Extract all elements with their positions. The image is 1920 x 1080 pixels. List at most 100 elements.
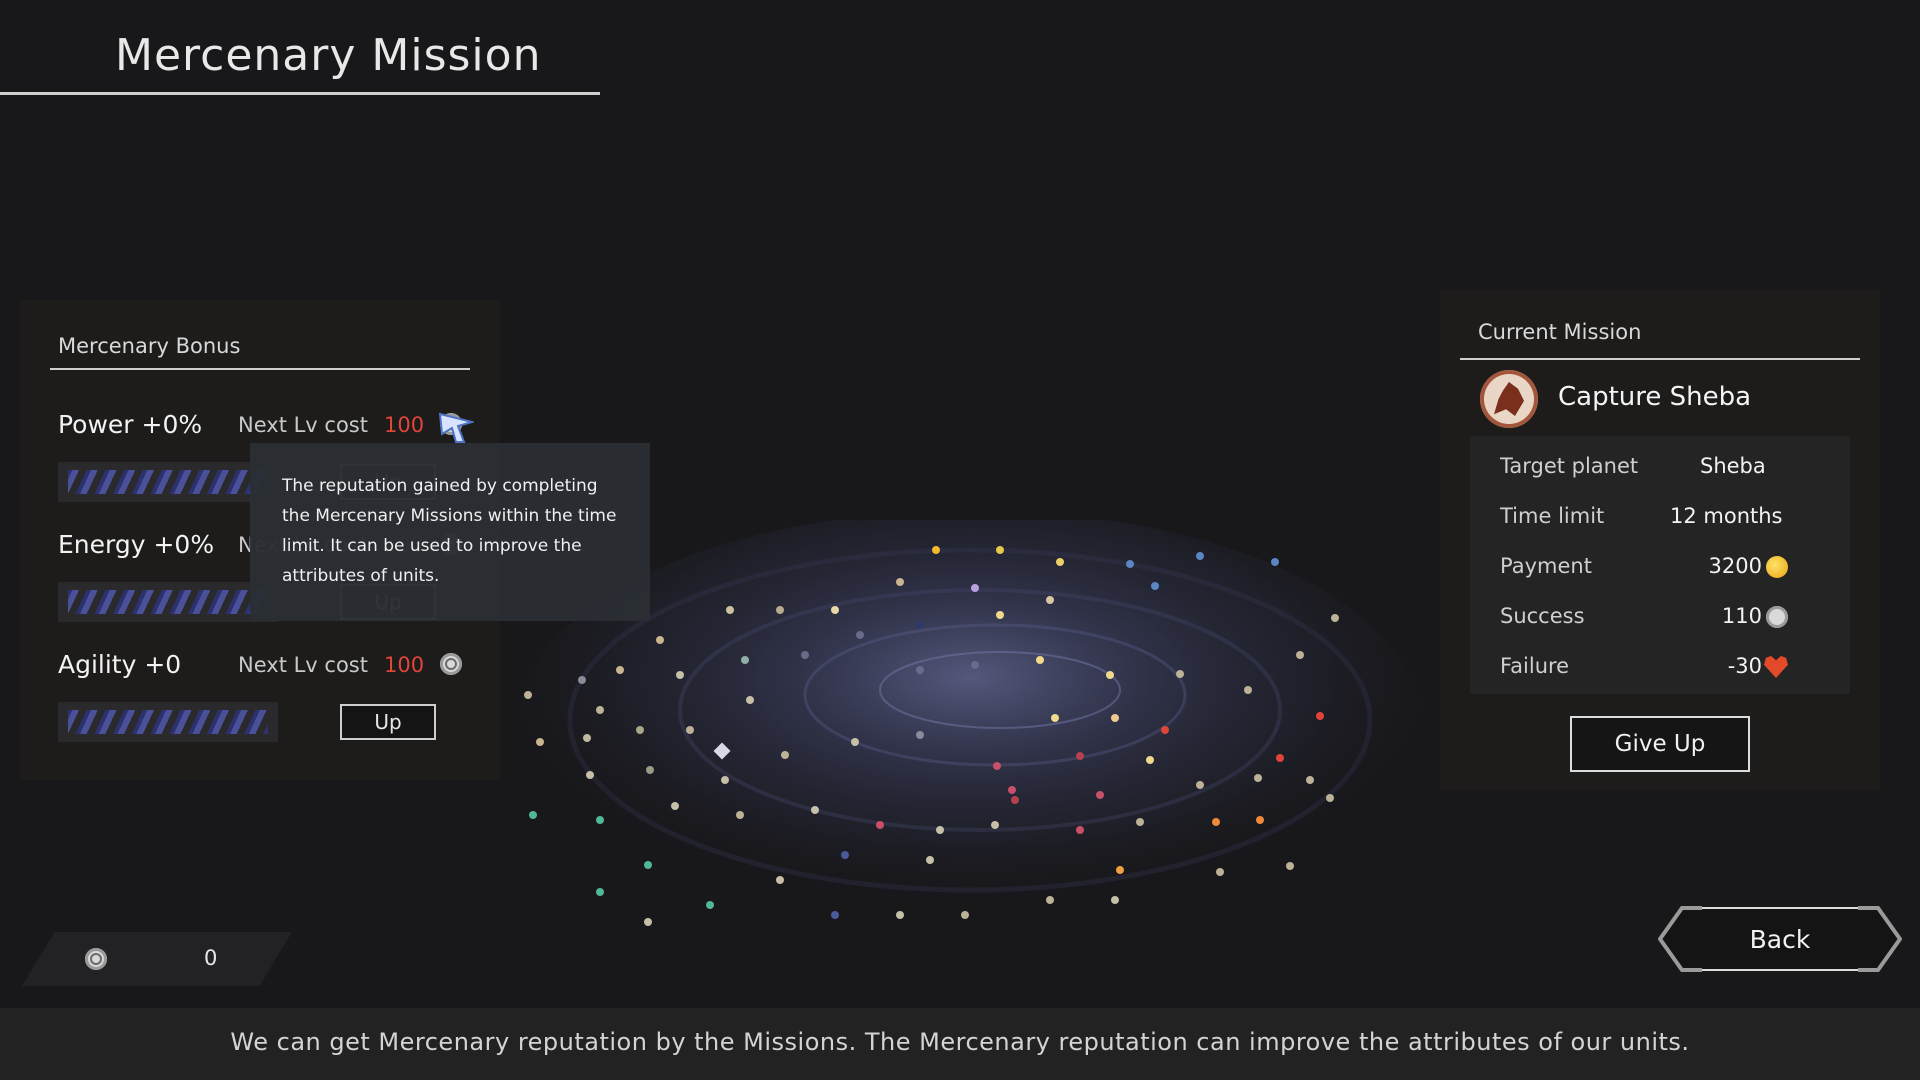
detail-row-failure: Failure -30 bbox=[1470, 654, 1850, 694]
star-system[interactable] bbox=[1111, 714, 1119, 722]
star-system[interactable] bbox=[586, 771, 594, 779]
star-system[interactable] bbox=[1111, 896, 1119, 904]
star-system[interactable] bbox=[926, 856, 934, 864]
star-system[interactable] bbox=[916, 731, 924, 739]
star-system[interactable] bbox=[831, 606, 839, 614]
faction-emblem-icon bbox=[1480, 370, 1538, 428]
star-system[interactable] bbox=[656, 636, 664, 644]
star-system[interactable] bbox=[524, 691, 532, 699]
star-system[interactable] bbox=[1196, 552, 1204, 560]
star-system[interactable] bbox=[811, 806, 819, 814]
back-button-label: Back bbox=[1749, 924, 1811, 954]
star-system[interactable] bbox=[1126, 560, 1134, 568]
give-up-button[interactable]: Give Up bbox=[1570, 716, 1750, 772]
star-system[interactable] bbox=[841, 851, 849, 859]
star-system[interactable] bbox=[636, 726, 644, 734]
star-system[interactable] bbox=[676, 671, 684, 679]
star-system[interactable] bbox=[596, 706, 604, 714]
star-system[interactable] bbox=[1331, 614, 1339, 622]
star-system[interactable] bbox=[936, 826, 944, 834]
reputation-icon bbox=[440, 653, 462, 675]
star-system[interactable] bbox=[1212, 818, 1220, 826]
star-system[interactable] bbox=[896, 911, 904, 919]
star-system[interactable] bbox=[741, 656, 749, 664]
star-system[interactable] bbox=[1254, 774, 1262, 782]
star-system[interactable] bbox=[583, 734, 591, 742]
star-system[interactable] bbox=[706, 901, 714, 909]
star-system[interactable] bbox=[896, 578, 904, 586]
star-system[interactable] bbox=[932, 546, 940, 554]
star-system[interactable] bbox=[1136, 818, 1144, 826]
star-system[interactable] bbox=[1176, 670, 1184, 678]
attribute-row-agility: Agility +0 Next Lv cost 100 Up bbox=[58, 650, 498, 760]
star-system[interactable] bbox=[961, 911, 969, 919]
star-system[interactable] bbox=[1161, 726, 1169, 734]
star-system[interactable] bbox=[1196, 781, 1204, 789]
star-system[interactable] bbox=[646, 766, 654, 774]
star-system[interactable] bbox=[831, 911, 839, 919]
star-system[interactable] bbox=[776, 876, 784, 884]
star-system[interactable] bbox=[851, 738, 859, 746]
star-system[interactable] bbox=[1276, 754, 1284, 762]
star-system[interactable] bbox=[1216, 868, 1224, 876]
star-system[interactable] bbox=[1046, 596, 1054, 604]
star-system[interactable] bbox=[616, 666, 624, 674]
detail-value: 110 bbox=[1721, 604, 1762, 628]
star-system[interactable] bbox=[644, 861, 652, 869]
star-system[interactable] bbox=[993, 762, 1001, 770]
star-system[interactable] bbox=[1256, 816, 1264, 824]
star-system[interactable] bbox=[671, 802, 679, 810]
star-system[interactable] bbox=[726, 606, 734, 614]
star-system[interactable] bbox=[596, 816, 604, 824]
page-title: Mercenary Mission bbox=[115, 30, 542, 81]
star-system[interactable] bbox=[1146, 756, 1154, 764]
detail-value: Sheba bbox=[1700, 454, 1766, 478]
star-system[interactable] bbox=[736, 811, 744, 819]
star-system[interactable] bbox=[1271, 558, 1279, 566]
star-system[interactable] bbox=[578, 676, 586, 684]
star-system[interactable] bbox=[971, 584, 979, 592]
star-system[interactable] bbox=[1076, 752, 1084, 760]
star-system[interactable] bbox=[1326, 794, 1334, 802]
star-system[interactable] bbox=[971, 661, 979, 669]
star-system[interactable] bbox=[529, 811, 537, 819]
star-system[interactable] bbox=[781, 751, 789, 759]
star-system[interactable] bbox=[1116, 866, 1124, 874]
star-system[interactable] bbox=[721, 776, 729, 784]
detail-label: Target planet bbox=[1500, 454, 1639, 478]
star-system[interactable] bbox=[1296, 651, 1304, 659]
star-system[interactable] bbox=[1244, 686, 1252, 694]
upgrade-agility-button[interactable]: Up bbox=[340, 704, 436, 740]
star-system[interactable] bbox=[1306, 776, 1314, 784]
detail-value: 12 months bbox=[1670, 504, 1783, 528]
star-system[interactable] bbox=[1056, 558, 1064, 566]
star-system[interactable] bbox=[1106, 671, 1114, 679]
star-system[interactable] bbox=[996, 611, 1004, 619]
star-system[interactable] bbox=[1286, 862, 1294, 870]
star-system[interactable] bbox=[916, 666, 924, 674]
star-system[interactable] bbox=[1046, 896, 1054, 904]
star-system[interactable] bbox=[1151, 582, 1159, 590]
star-system[interactable] bbox=[801, 651, 809, 659]
star-system[interactable] bbox=[1051, 714, 1059, 722]
star-system[interactable] bbox=[1076, 826, 1084, 834]
star-system[interactable] bbox=[1011, 796, 1019, 804]
next-level-cost-label: Next Lv cost bbox=[238, 413, 368, 437]
star-system[interactable] bbox=[746, 696, 754, 704]
back-button[interactable]: Back bbox=[1658, 906, 1902, 972]
star-system[interactable] bbox=[1036, 656, 1044, 664]
galaxy-core bbox=[520, 520, 1420, 930]
star-system[interactable] bbox=[856, 631, 864, 639]
star-system[interactable] bbox=[1008, 786, 1016, 794]
star-system[interactable] bbox=[1316, 712, 1324, 720]
star-system[interactable] bbox=[536, 738, 544, 746]
star-system[interactable] bbox=[1096, 791, 1104, 799]
star-system[interactable] bbox=[644, 918, 652, 926]
star-system[interactable] bbox=[776, 606, 784, 614]
star-system[interactable] bbox=[916, 621, 924, 629]
star-system[interactable] bbox=[996, 546, 1004, 554]
star-system[interactable] bbox=[876, 821, 884, 829]
star-system[interactable] bbox=[991, 821, 999, 829]
star-system[interactable] bbox=[686, 726, 694, 734]
star-system[interactable] bbox=[596, 888, 604, 896]
